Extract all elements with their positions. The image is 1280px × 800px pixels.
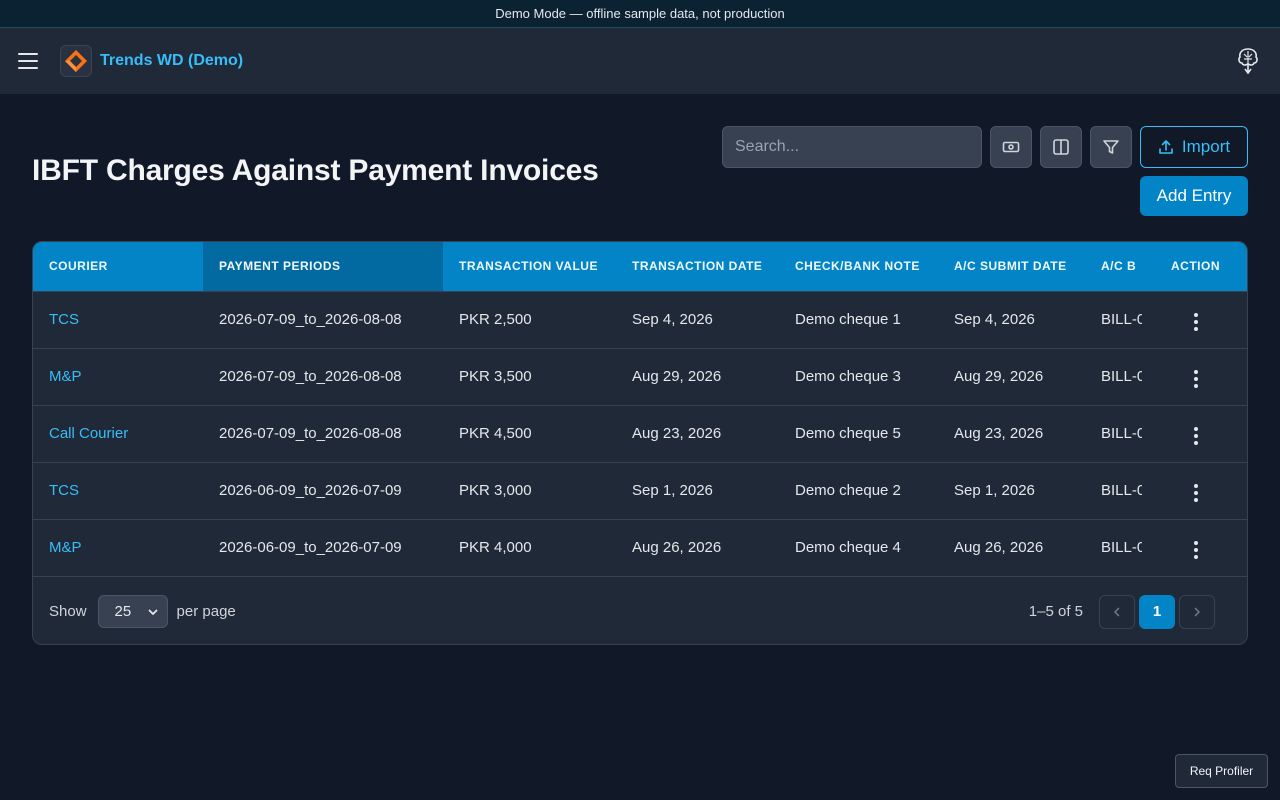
courier-link[interactable]: TCS [33,462,203,519]
table-row: M&P 2026-06-09_to_2026-07-09 PKR 4,000 A… [33,519,1247,576]
page-header: IBFT Charges Against Payment Invoices Im… [0,94,1280,240]
column-header-action: ACTION [1142,242,1247,291]
bill-cell: BILL-0 [1101,482,1142,499]
row-action-cell [1142,519,1247,576]
bill-cell: BILL-0 [1101,368,1142,385]
currency-toggle-button[interactable] [990,126,1032,168]
demo-banner-text: Demo Mode — offline sample data, not pro… [495,6,785,21]
brain-profile-icon[interactable] [1236,47,1260,75]
table-row: M&P 2026-07-09_to_2026-08-08 PKR 3,500 A… [33,348,1247,405]
bank-note-cell: Demo cheque 4 [795,539,901,557]
chevron-down-icon [148,609,157,615]
previous-page-button[interactable] [1099,594,1135,629]
transaction-date-cell: Sep 4, 2026 [632,311,713,328]
column-header-transaction-value[interactable]: TRANSACTION VALUE [443,242,616,291]
courier-link[interactable]: M&P [33,348,203,405]
column-header-transaction-date[interactable]: TRANSACTION DATE [616,242,779,291]
payment-period-cell: 2026-06-09_to_2026-07-09 [219,539,402,557]
bill-cell: BILL-0 [1101,311,1142,328]
chevron-right-icon [1194,607,1200,616]
filter-button[interactable] [1090,126,1132,168]
transaction-value-cell: PKR 4,000 [459,539,532,557]
table-row: TCS 2026-07-09_to_2026-08-08 PKR 2,500 S… [33,291,1247,348]
money-icon [1002,141,1020,153]
bank-note-cell: Demo cheque 3 [795,368,901,385]
courier-link[interactable]: M&P [33,519,203,576]
transaction-value-cell: PKR 2,500 [459,311,532,328]
payment-period-cell: 2026-06-09_to_2026-07-09 [219,482,402,499]
transaction-value-cell: PKR 3,500 [459,368,532,385]
per-page-select[interactable]: 25 [97,595,168,628]
per-page-value: 25 [114,603,132,620]
column-header-payment-periods[interactable]: PAYMENT PERIODS [203,242,443,291]
app-brand-name[interactable]: Trends WD (Demo) [100,52,243,70]
ibft-charges-table: COURIER PAYMENT PERIODS TRANSACTION VALU… [33,242,1247,576]
bank-note-cell: Demo cheque 2 [795,482,901,499]
column-header-check-bank-note[interactable]: CHECK/BANK NOTE [779,242,938,291]
columns-icon [1053,139,1069,155]
row-action-cell [1142,462,1247,519]
page-button-current[interactable]: 1 [1139,594,1175,629]
transaction-value-cell: PKR 3,000 [459,482,532,499]
submit-date-cell: Aug 29, 2026 [954,368,1044,385]
courier-link[interactable]: TCS [33,291,203,348]
top-navigation-bar: Trends WD (Demo) [0,28,1280,94]
bank-note-cell: Demo cheque 5 [795,425,901,442]
upload-icon [1159,140,1173,154]
table-row: TCS 2026-06-09_to_2026-07-09 PKR 3,000 S… [33,462,1247,519]
data-table-card: COURIER PAYMENT PERIODS TRANSACTION VALU… [32,241,1248,645]
columns-toggle-button[interactable] [1040,126,1082,168]
import-button[interactable]: Import [1140,126,1248,168]
more-options-icon[interactable] [1186,309,1206,335]
next-page-button[interactable] [1179,594,1215,629]
page-title: IBFT Charges Against Payment Invoices [32,154,599,187]
transaction-date-cell: Aug 26, 2026 [632,539,722,557]
hamburger-menu-icon[interactable] [18,53,38,69]
column-header-courier[interactable]: COURIER [33,242,203,291]
payment-period-cell: 2026-07-09_to_2026-08-08 [219,368,402,385]
column-header-ac-submit-date[interactable]: A/C SUBMIT DATE [938,242,1085,291]
req-profiler-button[interactable]: Req Profiler [1175,754,1268,788]
transaction-date-cell: Aug 23, 2026 [632,425,722,442]
courier-link[interactable]: Call Courier [33,405,203,462]
per-page-label: per page [176,603,236,620]
pagination-range: 1–5 of 5 [1028,603,1083,620]
row-action-cell [1142,405,1247,462]
transaction-date-cell: Sep 1, 2026 [632,482,713,499]
transaction-value-cell: PKR 4,500 [459,425,532,442]
add-entry-button[interactable]: Add Entry [1140,176,1248,216]
app-logo-icon [60,45,92,77]
bank-note-cell: Demo cheque 1 [795,311,901,328]
show-label: Show [49,603,87,620]
search-input[interactable] [722,126,982,168]
import-label: Import [1181,137,1231,156]
table-header-row: COURIER PAYMENT PERIODS TRANSACTION VALU… [33,242,1247,291]
row-action-cell [1142,348,1247,405]
bill-cell: BILL-0 [1101,539,1142,557]
submit-date-cell: Aug 23, 2026 [954,425,1044,442]
table-row: Call Courier 2026-07-09_to_2026-08-08 PK… [33,405,1247,462]
demo-mode-banner: Demo Mode — offline sample data, not pro… [0,0,1280,28]
more-options-icon[interactable] [1186,423,1206,449]
more-options-icon[interactable] [1186,480,1206,506]
transaction-date-cell: Aug 29, 2026 [632,368,722,385]
row-action-cell [1142,291,1247,348]
submit-date-cell: Sep 4, 2026 [954,311,1035,328]
table-footer: Show 25 per page 1–5 of 5 1 [33,576,1247,644]
payment-period-cell: 2026-07-09_to_2026-08-08 [219,311,402,328]
payment-period-cell: 2026-07-09_to_2026-08-08 [219,425,402,442]
bill-cell: BILL-0 [1101,425,1142,442]
chevron-left-icon [1114,607,1120,616]
column-header-ac-bill[interactable]: A/C B [1085,242,1142,291]
filter-icon [1103,140,1119,154]
more-options-icon[interactable] [1186,537,1206,563]
more-options-icon[interactable] [1186,366,1206,392]
submit-date-cell: Aug 26, 2026 [954,539,1044,557]
submit-date-cell: Sep 1, 2026 [954,482,1035,499]
